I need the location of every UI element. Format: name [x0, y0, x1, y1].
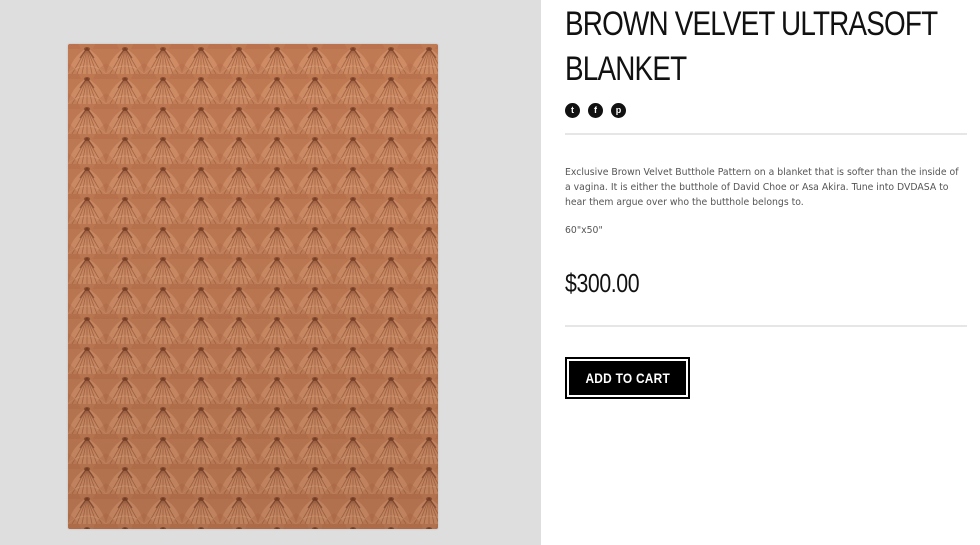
- product-title: BROWN VELVET ULTRASOFT BLANKET: [565, 5, 938, 88]
- product-price: $300.00: [565, 268, 640, 298]
- blanket-pattern: [68, 44, 438, 529]
- product-image-panel: [0, 0, 541, 545]
- pinterest-icon[interactable]: p: [611, 103, 626, 118]
- product-size: 60"x50": [565, 225, 603, 236]
- share-icons: t f p: [565, 103, 626, 118]
- twitter-icon[interactable]: t: [565, 103, 580, 118]
- product-image[interactable]: [68, 44, 438, 529]
- divider: [565, 133, 967, 135]
- divider: [565, 325, 967, 327]
- add-to-cart-button[interactable]: ADD TO CART: [565, 357, 690, 399]
- product-page: BROWN VELVET ULTRASOFT BLANKET t f p Exc…: [0, 0, 980, 545]
- add-to-cart-label: ADD TO CART: [585, 370, 670, 386]
- facebook-icon[interactable]: f: [588, 103, 603, 118]
- product-description: Exclusive Brown Velvet Butthole Pattern …: [565, 167, 959, 208]
